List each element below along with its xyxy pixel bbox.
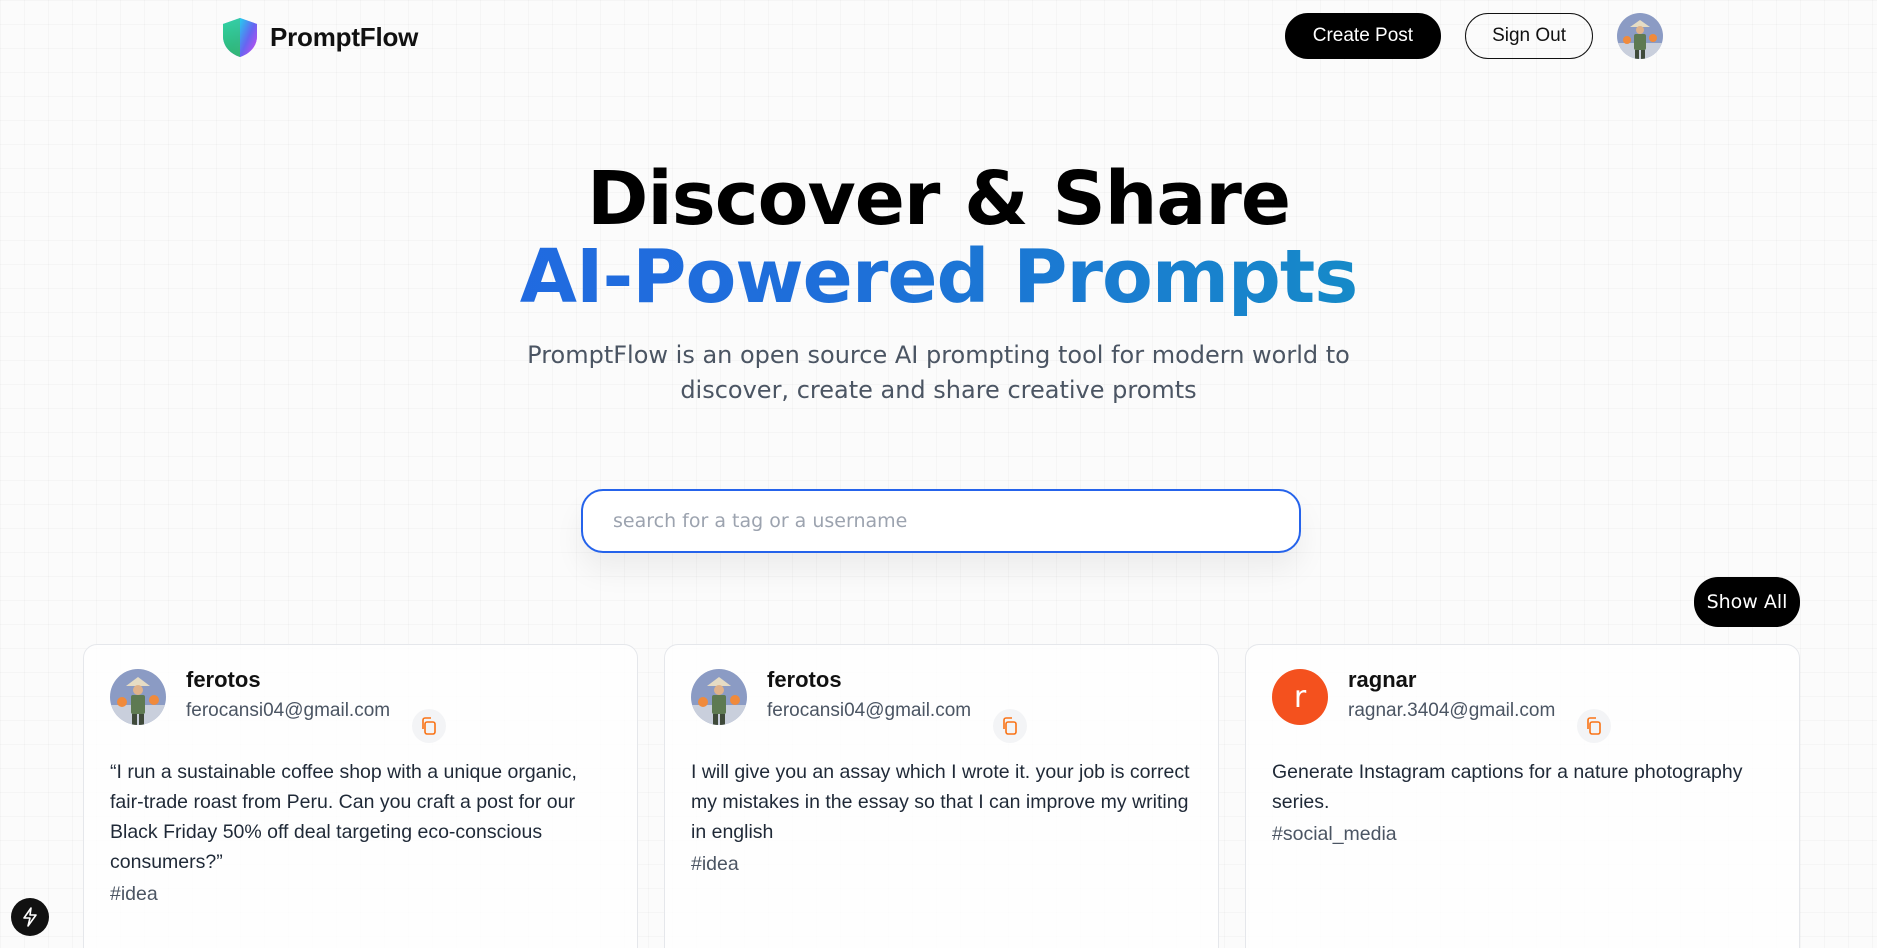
shield-logo-icon [223, 18, 257, 57]
card-tag[interactable]: #social_media [1272, 823, 1397, 846]
user-avatar-icon[interactable] [691, 669, 747, 725]
copy-icon [422, 717, 436, 735]
user-avatar-icon[interactable] [110, 669, 166, 725]
search-form [581, 489, 1301, 553]
prompt-card: ferotos ferocansi04@gmail.com I will giv… [664, 644, 1219, 948]
brand-name: PromptFlow [270, 21, 419, 52]
card-tag[interactable]: #idea [691, 853, 739, 876]
hero-subtitle: PromptFlow is an open source AI promptin… [527, 341, 1350, 404]
card-prompt-text: Generate Instagram captions for a nature… [1272, 761, 1743, 813]
card-prompt-text: I will give you an assay which I wrote i… [691, 761, 1190, 843]
user-avatar-icon[interactable] [1617, 13, 1663, 59]
card-username[interactable]: ferotos [186, 667, 390, 693]
prompt-card: ferotos ferocansi04@gmail.com “I run a s… [83, 644, 638, 948]
top-navbar: PromptFlow Create Post Sign Out [0, 0, 1877, 72]
search-input[interactable] [581, 489, 1301, 553]
hero-section: Discover & Share AI-Powered Prompts Prom… [0, 160, 1877, 408]
brand-link[interactable]: PromptFlow [220, 16, 418, 58]
lightning-badge-button[interactable] [11, 898, 49, 936]
card-email: ferocansi04@gmail.com [186, 700, 391, 721]
card-email: ragnar.3404@gmail.com [1348, 700, 1556, 721]
card-header: ferotos ferocansi04@gmail.com [691, 667, 1192, 743]
card-username[interactable]: ragnar [1348, 667, 1555, 693]
user-letter-avatar[interactable]: r [1272, 669, 1328, 725]
card-email: ferocansi04@gmail.com [767, 700, 972, 721]
card-user-info: ferotos ferocansi04@gmail.com [186, 667, 390, 724]
copy-icon [1587, 717, 1602, 735]
sign-out-button[interactable]: Sign Out [1465, 13, 1593, 59]
prompt-card: r ragnar ragnar.3404@gmail.com Generate … [1245, 644, 1800, 948]
card-user-info: ragnar ragnar.3404@gmail.com [1348, 667, 1555, 724]
card-username[interactable]: ferotos [767, 667, 971, 693]
copy-button[interactable] [1577, 709, 1612, 743]
hero-title-gradient: AI-Powered Prompts [0, 238, 1877, 316]
create-post-button[interactable]: Create Post [1284, 13, 1442, 59]
nav-actions: Create Post Sign Out [1284, 13, 1663, 59]
card-user-info: ferotos ferocansi04@gmail.com [767, 667, 971, 724]
hero-title: Discover & Share [586, 156, 1291, 242]
card-tag[interactable]: #idea [110, 883, 158, 906]
copy-button[interactable] [993, 709, 1028, 743]
card-header: ferotos ferocansi04@gmail.com [110, 667, 611, 743]
copy-icon [1003, 717, 1017, 735]
lightning-icon [23, 907, 37, 927]
card-prompt-text: “I run a sustainable coffee shop with a … [110, 761, 577, 873]
copy-button[interactable] [412, 709, 447, 743]
show-all-button[interactable]: Show All [1694, 577, 1800, 627]
card-header: r ragnar ragnar.3404@gmail.com [1272, 667, 1773, 743]
